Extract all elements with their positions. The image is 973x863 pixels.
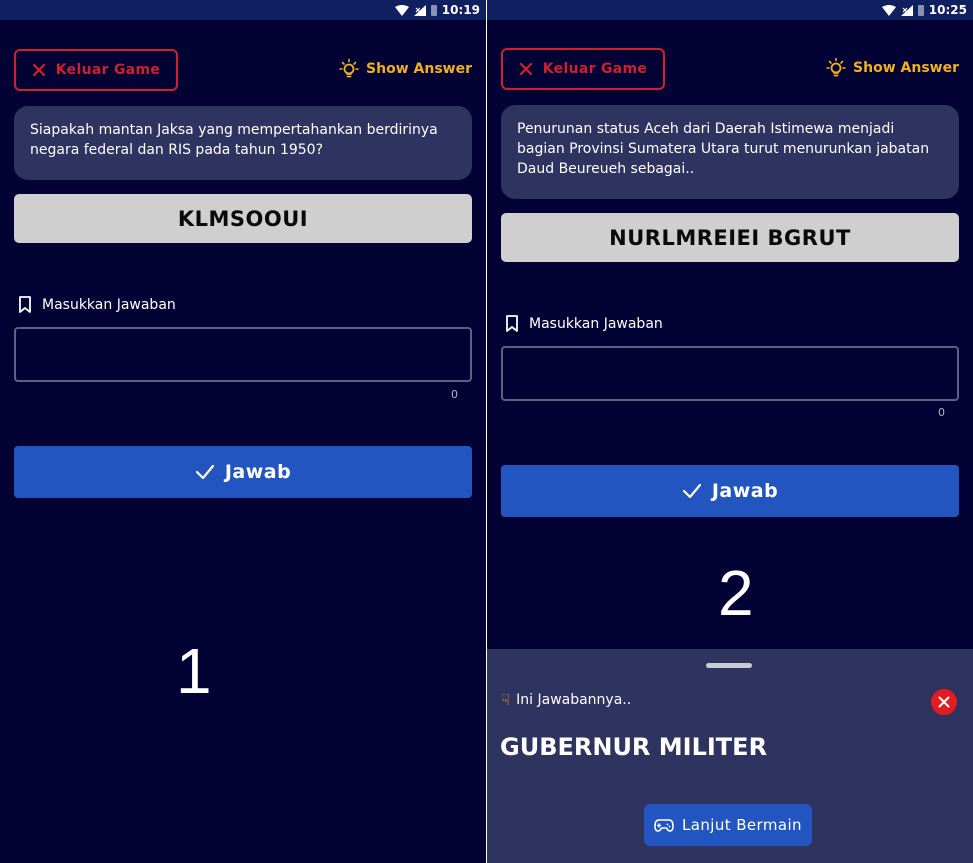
panel-number: 1 xyxy=(176,635,212,707)
status-bar: 10:19 xyxy=(0,0,486,20)
question-card: Siapakah mantan Jaksa yang mempertahanka… xyxy=(14,106,472,180)
sheet-drag-handle[interactable] xyxy=(706,663,752,668)
exit-game-button[interactable]: Keluar Game xyxy=(14,49,178,91)
submit-answer-button[interactable]: Jawab xyxy=(501,465,959,517)
continue-playing-label: Lanjut Bermain xyxy=(682,816,802,834)
wifi-icon xyxy=(394,4,409,16)
scrambled-word-box: NURLMREIEI BGRUT xyxy=(501,213,959,262)
question-text: Penurunan status Aceh dari Daerah Istime… xyxy=(517,121,930,177)
answer-input-label-text: Masukkan Jawaban xyxy=(529,315,663,332)
checkmark-icon xyxy=(195,464,214,480)
bookmark-icon xyxy=(506,315,518,332)
show-answer-button[interactable]: Show Answer xyxy=(338,58,472,80)
status-bar: 10:25 xyxy=(487,0,973,20)
status-time: 10:25 xyxy=(928,3,967,17)
exit-game-button[interactable]: Keluar Game xyxy=(501,48,665,90)
wifi-icon xyxy=(881,4,896,16)
show-answer-label: Show Answer xyxy=(366,61,472,77)
exit-game-label: Keluar Game xyxy=(542,61,648,77)
answer-input[interactable] xyxy=(501,346,959,401)
answer-input[interactable] xyxy=(14,327,472,382)
answer-input-label: Masukkan Jawaban xyxy=(18,296,176,313)
answer-sheet-title-text: Ini Jawabannya.. xyxy=(516,692,632,708)
answer-input-label: Masukkan Jawaban xyxy=(505,315,663,332)
status-time: 10:19 xyxy=(441,3,480,17)
game-screen-2: 10:25 Keluar Game Show Answer Penurunan … xyxy=(487,0,973,863)
question-card: Penurunan status Aceh dari Daerah Istime… xyxy=(501,105,959,199)
submit-answer-label: Jawab xyxy=(711,480,779,502)
bookmark-icon xyxy=(19,296,31,313)
character-counter: 0 xyxy=(938,406,945,419)
submit-answer-label: Jawab xyxy=(224,461,292,483)
show-answer-label: Show Answer xyxy=(853,60,959,76)
signal-icon xyxy=(900,4,913,16)
close-icon xyxy=(519,62,532,76)
close-icon xyxy=(32,63,45,77)
answer-input-label-text: Masukkan Jawaban xyxy=(42,296,176,313)
answer-bottom-sheet: ☟ Ini Jawabannya.. GUBERNUR MILITER Lanj… xyxy=(487,649,973,863)
answer-sheet-title: ☟ Ini Jawabannya.. xyxy=(501,691,631,709)
checkmark-icon xyxy=(682,483,701,499)
panel-number: 2 xyxy=(718,557,754,629)
lightbulb-icon xyxy=(826,57,846,77)
submit-answer-button[interactable]: Jawab xyxy=(14,446,472,498)
gamepad-icon xyxy=(654,819,674,832)
character-counter: 0 xyxy=(451,388,458,401)
pointing-down-hand-icon: ☟ xyxy=(501,691,511,709)
lightbulb-icon xyxy=(339,58,359,78)
revealed-answer: GUBERNUR MILITER xyxy=(500,733,768,761)
battery-icon xyxy=(917,4,924,16)
continue-playing-button[interactable]: Lanjut Bermain xyxy=(644,804,812,846)
question-text: Siapakah mantan Jaksa yang mempertahanka… xyxy=(30,122,438,158)
battery-icon xyxy=(430,4,437,16)
game-screen-1: 10:19 Keluar Game Show Answer Siapakah m… xyxy=(0,0,486,863)
exit-game-label: Keluar Game xyxy=(55,62,161,78)
signal-icon xyxy=(413,4,426,16)
close-icon xyxy=(938,696,950,708)
scrambled-word: KLMSOOUI xyxy=(177,206,309,231)
show-answer-button[interactable]: Show Answer xyxy=(825,57,959,79)
close-sheet-button[interactable] xyxy=(931,689,957,715)
scrambled-word-box: KLMSOOUI xyxy=(14,194,472,243)
scrambled-word: NURLMREIEI BGRUT xyxy=(609,225,851,250)
